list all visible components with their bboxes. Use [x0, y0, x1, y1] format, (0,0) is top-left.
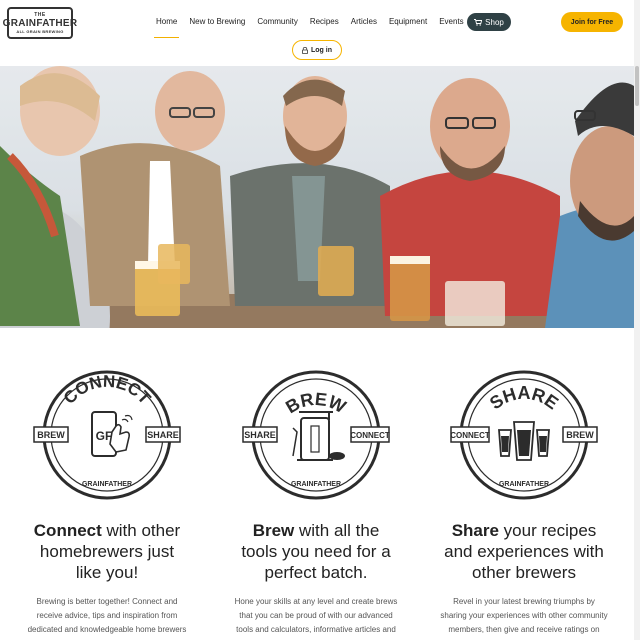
brew-badge: BREW SHARE CONNECT GRAINFATHER	[242, 370, 390, 500]
connect-badge: CONNECT BREW SHARE GF GRAINFATHER	[33, 370, 181, 500]
hero-image	[0, 66, 634, 328]
badge-brand: GRAINFATHER	[82, 481, 132, 488]
logo-main-text: GRAINFATHER	[2, 18, 78, 29]
share-badge: SHARE CONNECT BREW GRAINFATHER	[450, 370, 598, 500]
feature-heading-bold: Share	[451, 521, 499, 540]
join-label: Join for Free	[570, 18, 614, 26]
log-in-button[interactable]: Log in	[292, 40, 342, 60]
feature-heading-bold: Brew	[252, 521, 295, 540]
feature-heading: Connect with other homebrewers just like…	[17, 520, 197, 583]
page-scrollbar-thumb[interactable]	[635, 66, 639, 106]
shop-button[interactable]: Shop	[467, 13, 511, 31]
badge-left-label: CONNECT	[450, 431, 490, 440]
nav-item-articles[interactable]: Articles	[345, 12, 383, 32]
logo-sub-text: ALL GRAIN BREWING	[16, 29, 64, 34]
feature-connect: CONNECT BREW SHARE GF GRAINFATHER Connec…	[17, 360, 197, 640]
feature-brew: BREW SHARE CONNECT GRAINFATHER Brew with…	[226, 360, 406, 640]
lock-icon	[302, 46, 308, 54]
join-for-free-button[interactable]: Join for Free	[561, 12, 623, 32]
nav-item-recipes[interactable]: Recipes	[304, 12, 345, 32]
shop-label: Shop	[485, 17, 504, 27]
badge-left-label: SHARE	[244, 430, 276, 440]
cart-icon	[474, 18, 483, 26]
badge-brand: GRAINFATHER	[499, 481, 549, 488]
feature-heading: Share your recipes and experiences with …	[434, 520, 614, 583]
feature-description: Hone your skills at any level and create…	[234, 597, 398, 640]
feature-heading-bold: Connect	[33, 521, 102, 540]
badge-right-label: BREW	[566, 430, 594, 440]
main-nav: Home New to Brewing Community Recipes Ar…	[150, 12, 470, 38]
log-in-label: Log in	[311, 46, 332, 54]
hero-photo-illustration	[0, 66, 634, 328]
badge-right-label: SHARE	[147, 430, 179, 440]
nav-item-community[interactable]: Community	[251, 12, 303, 32]
nav-item-home[interactable]: Home	[150, 12, 183, 38]
grainfather-logo[interactable]: THE GRAINFATHER ALL GRAIN BREWING	[3, 7, 77, 39]
badge-right-label: CONNECT	[350, 431, 390, 440]
nav-item-events[interactable]: Events	[433, 12, 469, 32]
feature-heading: Brew with all the tools you need for a p…	[226, 520, 406, 583]
feature-description: Brewing is better together! Connect and …	[27, 597, 187, 640]
feature-description: Revel in your latest brewing triumphs by…	[440, 597, 608, 640]
nav-item-new-to-brewing[interactable]: New to Brewing	[183, 12, 251, 32]
site-header: THE GRAINFATHER ALL GRAIN BREWING Home N…	[0, 0, 640, 66]
badge-left-label: BREW	[37, 430, 65, 440]
badge-brand: GRAINFATHER	[291, 481, 341, 488]
feature-share: SHARE CONNECT BREW GRAINFATHER Share you…	[434, 360, 614, 640]
nav-item-equipment[interactable]: Equipment	[383, 12, 433, 32]
